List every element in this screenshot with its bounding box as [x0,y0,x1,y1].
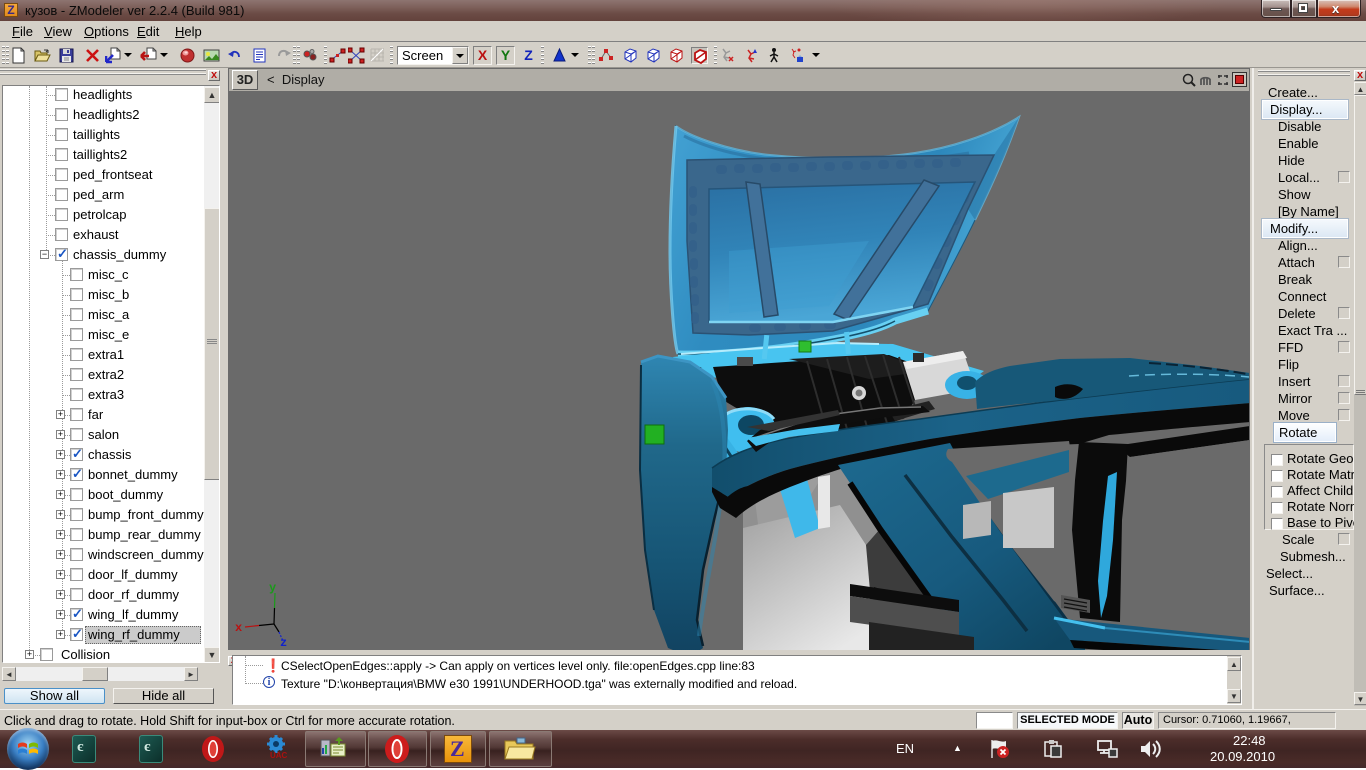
svg-text:UAC: UAC [270,751,288,760]
svg-text:z: z [280,636,287,650]
svg-text:y: y [269,581,276,595]
svg-text:x: x [235,621,242,635]
